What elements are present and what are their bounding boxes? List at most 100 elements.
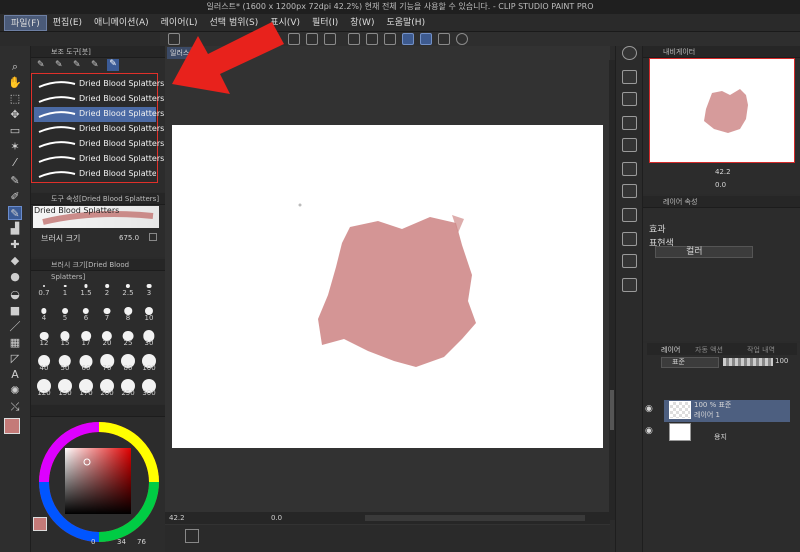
layer-search-icon[interactable]: [622, 138, 637, 152]
navigator-zoom[interactable]: 42.2: [715, 168, 731, 176]
sub-view-icon[interactable]: [622, 184, 637, 198]
brush-size-option[interactable]: 0.7: [34, 275, 54, 297]
zoom-tool-icon[interactable]: ⌕: [8, 60, 22, 74]
brush-size-option[interactable]: 120: [34, 375, 54, 397]
brush-size-option[interactable]: 30: [139, 325, 159, 347]
close-panel-icon[interactable]: [622, 116, 637, 130]
list-item[interactable]: Dried Blood Splatters: [34, 122, 164, 137]
eye-icon[interactable]: ◉: [645, 404, 653, 414]
search-icon[interactable]: [622, 46, 637, 60]
animation-icon[interactable]: [622, 278, 637, 292]
help-icon[interactable]: [456, 33, 468, 45]
brush-size-option[interactable]: 300: [139, 375, 159, 397]
custom-group-icon[interactable]: ✎: [107, 59, 119, 71]
figure-icon[interactable]: ／: [8, 320, 22, 334]
oil-group-icon[interactable]: ✎: [91, 60, 99, 70]
selection-tool-icon[interactable]: ▭: [8, 124, 22, 138]
crop-icon[interactable]: [324, 33, 336, 45]
brush-size-option[interactable]: 6: [76, 300, 96, 322]
history-icon[interactable]: [622, 232, 637, 246]
magic-wand-icon[interactable]: ✶: [8, 140, 22, 154]
list-item[interactable]: Dried Blood Splatters: [34, 77, 164, 92]
hand-tool-icon[interactable]: ✋: [8, 76, 22, 90]
timeline-icon[interactable]: [185, 529, 199, 543]
menu-animation[interactable]: 애니메이션(A): [88, 15, 155, 31]
blend-mode-select[interactable]: 표준: [661, 357, 719, 368]
brush-size-option[interactable]: 5: [55, 300, 75, 322]
brush-size-option[interactable]: 200: [97, 375, 117, 397]
brush-size-option[interactable]: 25: [118, 325, 138, 347]
list-item-selected[interactable]: Dried Blood Splatters: [34, 107, 164, 122]
pencil-tool-icon[interactable]: ✐: [8, 190, 22, 204]
brush-size-option[interactable]: 70: [97, 350, 117, 372]
brush-size-option[interactable]: 15: [55, 325, 75, 347]
ruler-icon[interactable]: [420, 33, 432, 45]
object-tool-icon[interactable]: ⬚: [8, 92, 22, 106]
decoration-icon[interactable]: ✚: [8, 238, 22, 252]
tab-layer[interactable]: 레이어: [661, 345, 680, 355]
brush-group-icon[interactable]: ✎: [55, 60, 63, 70]
brush-size-option[interactable]: 80: [118, 350, 138, 372]
rotation-readout[interactable]: 0.0: [271, 512, 282, 524]
ruler-tool-icon[interactable]: ◸: [8, 352, 22, 366]
brush-tool-icon[interactable]: ✎: [8, 206, 22, 220]
brush-size-option[interactable]: 100: [139, 350, 159, 372]
menu-help[interactable]: 도움말(H): [380, 15, 431, 31]
blend-icon[interactable]: ●: [8, 270, 22, 284]
move-tool-icon[interactable]: ✥: [8, 108, 22, 122]
gradient-icon[interactable]: ■: [8, 304, 22, 318]
text-tool-icon[interactable]: A: [8, 368, 22, 382]
selection-icon[interactable]: [348, 33, 360, 45]
list-item[interactable]: Dried Blood Splatters: [34, 92, 164, 107]
brush-size-option[interactable]: 50: [55, 350, 75, 372]
material-icon-2[interactable]: [622, 92, 637, 106]
material-icon[interactable]: [622, 70, 637, 84]
eye-icon[interactable]: ◉: [645, 426, 653, 436]
layer-icon[interactable]: [384, 33, 396, 45]
brush-size-option[interactable]: 60: [76, 350, 96, 372]
brush-size-option[interactable]: 150: [55, 375, 75, 397]
brush-size-option[interactable]: 12: [34, 325, 54, 347]
balloon-icon[interactable]: ✺: [8, 384, 22, 398]
pen-snap-icon[interactable]: [438, 33, 450, 45]
brush-size-option[interactable]: 3: [139, 275, 159, 297]
panel-main-color[interactable]: [33, 517, 47, 531]
frame-icon[interactable]: ▦: [8, 336, 22, 350]
info-icon[interactable]: [622, 208, 637, 222]
expression-select[interactable]: 컬러: [655, 246, 753, 258]
size-dropdown-icon[interactable]: [149, 233, 157, 241]
eraser-icon[interactable]: ◆: [8, 254, 22, 268]
timeline-panel-icon[interactable]: [622, 254, 637, 268]
list-item[interactable]: Dried Blood Splatters: [34, 152, 164, 167]
horizontal-scrollbar[interactable]: [365, 515, 585, 521]
zoom-readout[interactable]: 42.2: [169, 512, 185, 524]
menu-file[interactable]: 파일(F): [4, 14, 47, 31]
watercolor-group-icon[interactable]: ✎: [73, 60, 81, 70]
brush-size-option[interactable]: 20: [97, 325, 117, 347]
size-value[interactable]: 675.0: [119, 234, 139, 242]
brush-size-option[interactable]: 10: [139, 300, 159, 322]
brush-size-option[interactable]: 250: [118, 375, 138, 397]
brush-size-option[interactable]: 17: [76, 325, 96, 347]
brush-size-option[interactable]: 4: [34, 300, 54, 322]
paper[interactable]: [172, 125, 603, 448]
layer-row[interactable]: 100 % 표준 레이어 1: [664, 400, 790, 422]
ruler-snap-icon[interactable]: [402, 33, 414, 45]
folder-icon[interactable]: [622, 162, 637, 176]
fill-tool-icon[interactable]: ◒: [8, 288, 22, 302]
opacity-value[interactable]: 100: [775, 357, 788, 365]
brush-size-option[interactable]: 1.5: [76, 275, 96, 297]
mask-icon[interactable]: [366, 33, 378, 45]
navigator-rotation[interactable]: 0.0: [715, 181, 726, 189]
correction-icon[interactable]: ⤯: [8, 400, 22, 414]
list-item[interactable]: Dried Blood Splatters: [34, 137, 164, 152]
brush-size-option[interactable]: 2: [97, 275, 117, 297]
pen-group-icon[interactable]: ✎: [37, 60, 45, 70]
tab-auto-action[interactable]: 자동 액션: [695, 345, 723, 355]
brush-size-option[interactable]: 170: [76, 375, 96, 397]
brush-size-option[interactable]: 1: [55, 275, 75, 297]
brush-size-option[interactable]: 8: [118, 300, 138, 322]
brush-size-option[interactable]: 7: [97, 300, 117, 322]
menu-edit[interactable]: 편집(E): [47, 15, 88, 31]
opacity-slider[interactable]: [723, 358, 773, 366]
